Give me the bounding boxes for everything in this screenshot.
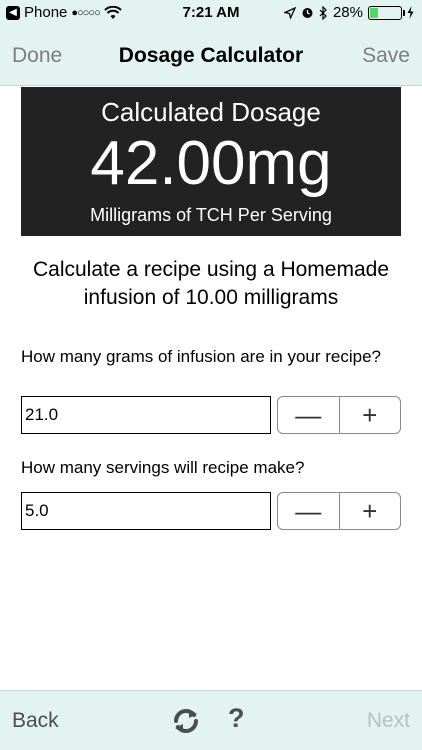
- servings-question-label: How many servings will recipe make?: [21, 458, 305, 477]
- navigation-bar: Done Dosage Calculator Save: [0, 28, 422, 86]
- charging-icon: [407, 6, 414, 19]
- servings-increment-button[interactable]: +: [338, 493, 401, 529]
- grams-input[interactable]: 21.0: [21, 396, 271, 434]
- servings-stepper: — +: [277, 492, 401, 530]
- servings-decrement-button[interactable]: —: [278, 493, 339, 529]
- alarm-icon: [302, 8, 313, 18]
- bluetooth-icon: [319, 5, 327, 20]
- battery-percent: 28%: [332, 4, 363, 21]
- battery-icon: [368, 5, 405, 20]
- grams-question-label: How many grams of infusion are in your r…: [21, 347, 381, 366]
- refresh-icon[interactable]: [170, 705, 202, 737]
- back-button[interactable]: Back: [12, 709, 59, 733]
- grams-increment-button[interactable]: +: [338, 397, 401, 433]
- grams-decrement-button[interactable]: —: [278, 397, 339, 433]
- page-title: Dosage Calculator: [118, 44, 304, 67]
- dosage-value: 42.00mg: [90, 129, 332, 198]
- next-button[interactable]: Next: [367, 709, 410, 733]
- location-icon: [283, 6, 296, 19]
- servings-input[interactable]: 5.0: [21, 492, 271, 530]
- battery-fill: [370, 7, 379, 18]
- calculated-dosage-panel: Calculated Dosage 42.00mg Milligrams of …: [21, 87, 401, 236]
- help-button[interactable]: ?: [228, 703, 245, 734]
- status-right: 28%: [283, 4, 414, 21]
- grams-stepper: — +: [277, 396, 401, 434]
- save-button[interactable]: Save: [362, 44, 410, 68]
- status-bar: ◀ Phone ●○○○○ 7:21 AM 28%: [0, 0, 422, 28]
- bottom-toolbar: Back ? Next: [0, 690, 422, 750]
- dosage-panel-title: Calculated Dosage: [101, 97, 321, 127]
- recipe-heading: Calculate a recipe using a Homemade infu…: [32, 258, 390, 309]
- dosage-subtitle: Milligrams of TCH Per Serving: [90, 205, 332, 225]
